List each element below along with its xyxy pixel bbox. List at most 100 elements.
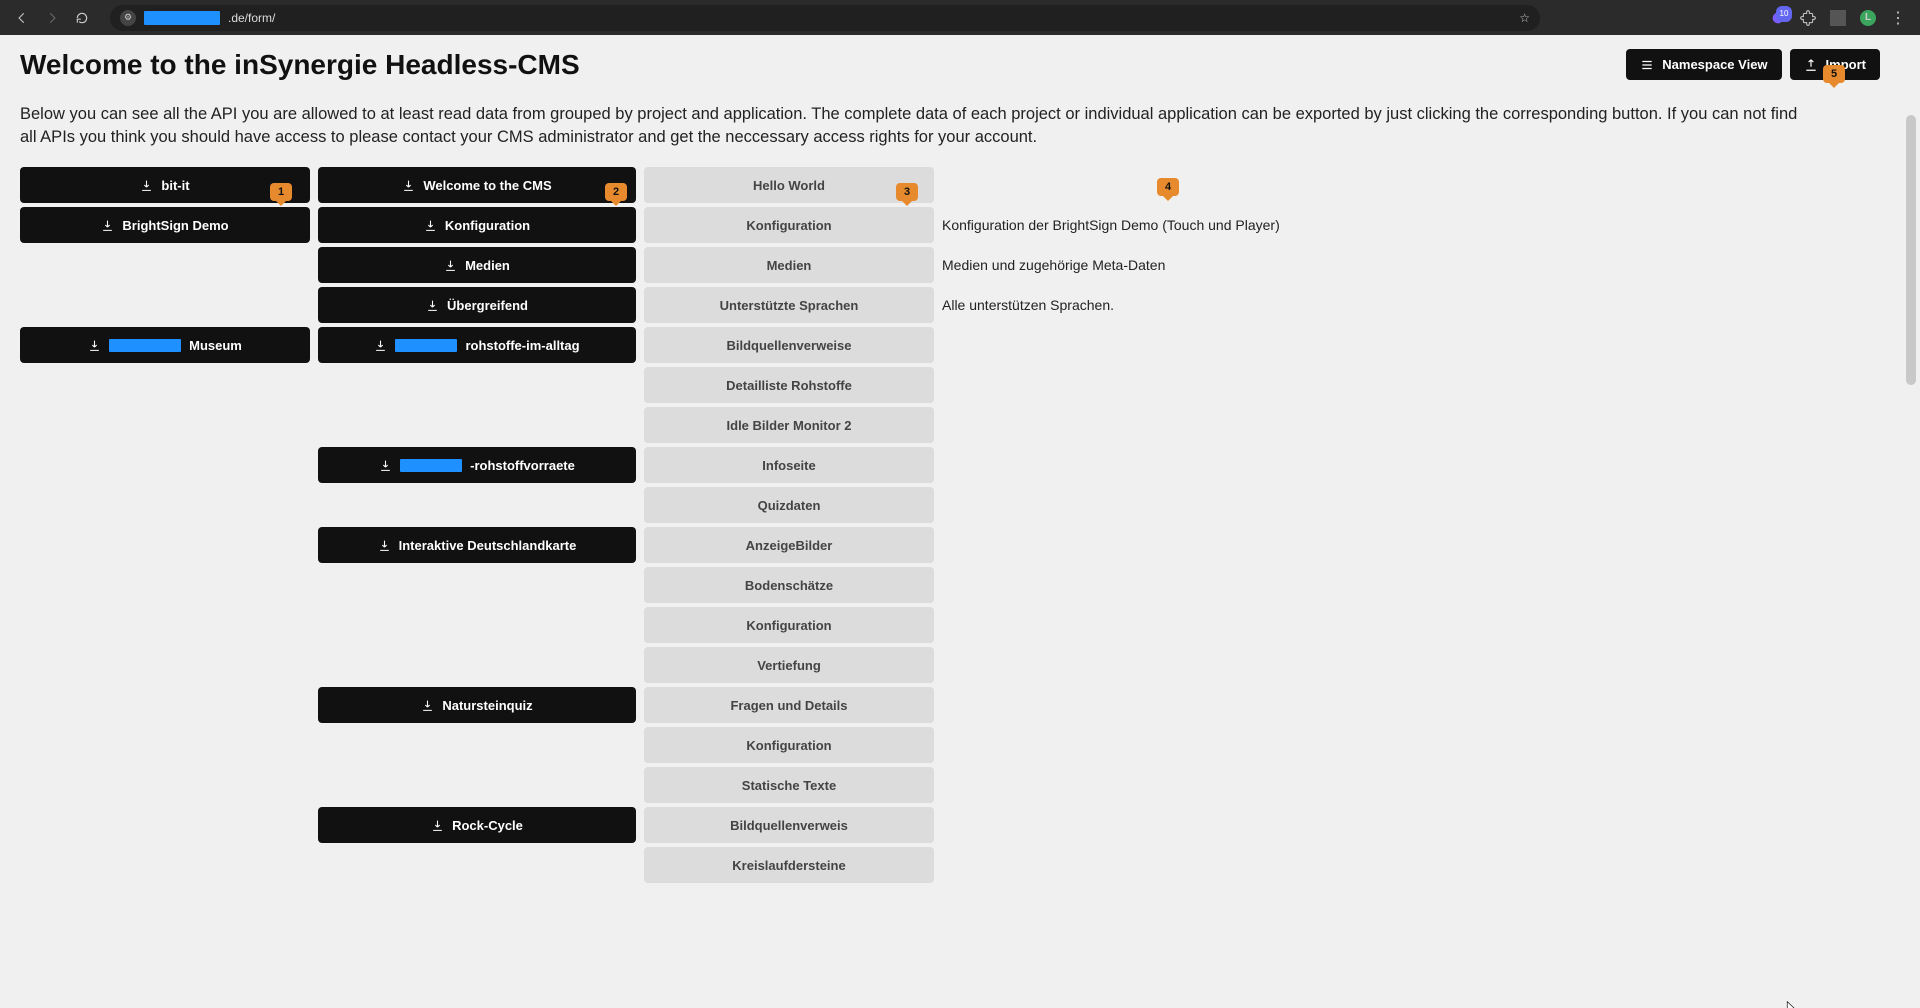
browser-chrome: ⚙ .de/form/ ☆ 10 L ⋮: [0, 0, 1920, 35]
api-label: Idle Bilder Monitor 2: [727, 418, 852, 433]
api-label: Vertiefung: [757, 658, 821, 673]
api-item[interactable]: Infoseite: [644, 447, 934, 483]
download-icon: [378, 539, 391, 552]
project-label: bit-it: [161, 178, 189, 193]
api-item[interactable]: Idle Bilder Monitor 2: [644, 407, 934, 443]
spacer: [318, 567, 636, 603]
download-icon: [424, 219, 437, 232]
api-description: [942, 167, 1880, 203]
download-icon: [374, 339, 387, 352]
app-label: -rohstoffvorraete: [470, 458, 575, 473]
api-item[interactable]: Kreislaufdersteine: [644, 847, 934, 883]
extension-count-badge: 10: [1776, 6, 1792, 22]
api-description: [942, 367, 1880, 403]
spacer: [318, 727, 636, 763]
api-item[interactable]: AnzeigeBilder: [644, 527, 934, 563]
app-uebergreifend[interactable]: Übergreifend: [318, 287, 636, 323]
app-medien[interactable]: Medien: [318, 247, 636, 283]
api-grid: bit-it BrightSign Demo Museum We: [0, 149, 1900, 923]
separator: [1830, 10, 1846, 26]
namespace-view-button[interactable]: Namespace View: [1626, 49, 1781, 80]
page-title: Welcome to the inSynergie Headless-CMS: [20, 49, 580, 81]
app-label: Natursteinquiz: [442, 698, 532, 713]
api-label: Kreislaufdersteine: [732, 858, 845, 873]
apis-column: Hello World Konfiguration Medien Unterstütz…: [644, 167, 934, 883]
api-label: Bildquellenverweis: [730, 818, 848, 833]
header-row: Welcome to the inSynergie Headless-CMS N…: [0, 35, 1900, 81]
api-description: Medien und zugehörige Meta-Daten: [942, 247, 1880, 283]
project-label: BrightSign Demo: [122, 218, 228, 233]
api-item[interactable]: Quizdaten: [644, 487, 934, 523]
api-item[interactable]: Konfiguration: [644, 607, 934, 643]
redacted-text: [395, 339, 457, 352]
url-bar[interactable]: ⚙ .de/form/ ☆: [110, 5, 1540, 31]
app-natursteinquiz[interactable]: Natursteinquiz: [318, 687, 636, 723]
download-icon: [444, 259, 457, 272]
extension-icon[interactable]: 10: [1770, 10, 1786, 26]
applications-column: Welcome to the CMS Konfiguration Medien …: [318, 167, 636, 843]
api-item[interactable]: Detailliste Rohstoffe: [644, 367, 934, 403]
api-description: [942, 447, 1880, 483]
api-item[interactable]: Konfiguration: [644, 207, 934, 243]
api-label: Bildquellenverweise: [727, 338, 852, 353]
app-label: Medien: [465, 258, 510, 273]
projects-column: bit-it BrightSign Demo Museum: [20, 167, 310, 363]
api-item[interactable]: Medien: [644, 247, 934, 283]
spacer: [318, 487, 636, 523]
download-icon: [140, 179, 153, 192]
download-icon: [426, 299, 439, 312]
project-museum[interactable]: Museum: [20, 327, 310, 363]
browser-right-icons: 10 L ⋮: [1770, 10, 1906, 26]
page-root: 1 2 3 4 5 Welcome to the inSynergie Head…: [0, 35, 1920, 1008]
extensions-puzzle-icon[interactable]: [1800, 10, 1816, 26]
app-konfiguration[interactable]: Konfiguration: [318, 207, 636, 243]
nav-icon-group: [14, 10, 90, 26]
api-label: Quizdaten: [758, 498, 821, 513]
app-deutschlandkarte[interactable]: Interaktive Deutschlandkarte: [318, 527, 636, 563]
annotation-1: 1: [270, 183, 292, 201]
api-description: [942, 727, 1880, 763]
namespace-view-label: Namespace View: [1662, 57, 1767, 72]
spacer: [318, 767, 636, 803]
api-item[interactable]: Konfiguration: [644, 727, 934, 763]
redacted-text: [400, 459, 462, 472]
api-item[interactable]: Hello World: [644, 167, 934, 203]
download-icon: [101, 219, 114, 232]
api-label: Konfiguration: [746, 618, 831, 633]
api-item[interactable]: Vertiefung: [644, 647, 934, 683]
api-item[interactable]: Bildquellenverweise: [644, 327, 934, 363]
app-label: Rock-Cycle: [452, 818, 523, 833]
app-label: Welcome to the CMS: [423, 178, 551, 193]
upload-icon: [1804, 58, 1818, 72]
annotation-4: 4: [1157, 178, 1179, 196]
api-description: Alle unterstützen Sprachen.: [942, 287, 1880, 323]
api-label: Detailliste Rohstoffe: [726, 378, 852, 393]
download-icon: [431, 819, 444, 832]
api-label: Konfiguration: [746, 738, 831, 753]
reload-icon[interactable]: [74, 10, 90, 26]
api-description: [942, 687, 1880, 723]
back-icon[interactable]: [14, 10, 30, 26]
api-item[interactable]: Bodenschätze: [644, 567, 934, 603]
site-settings-icon[interactable]: ⚙: [120, 10, 136, 26]
profile-avatar[interactable]: L: [1860, 10, 1876, 26]
app-welcome-cms[interactable]: Welcome to the CMS: [318, 167, 636, 203]
project-bit-it[interactable]: bit-it: [20, 167, 310, 203]
app-rohstoffvorraete[interactable]: -rohstoffvorraete: [318, 447, 636, 483]
kebab-menu-icon[interactable]: ⋮: [1890, 10, 1906, 26]
project-label: Museum: [189, 338, 242, 353]
app-rock-cycle[interactable]: Rock-Cycle: [318, 807, 636, 843]
api-item[interactable]: Statische Texte: [644, 767, 934, 803]
forward-icon[interactable]: [44, 10, 60, 26]
api-label: Hello World: [753, 178, 825, 193]
bookmark-star-icon[interactable]: ☆: [1519, 11, 1530, 25]
redacted-text: [109, 339, 181, 352]
api-item[interactable]: Fragen und Details: [644, 687, 934, 723]
api-item[interactable]: Unterstützte Sprachen: [644, 287, 934, 323]
app-label: Konfiguration: [445, 218, 530, 233]
app-label: Übergreifend: [447, 298, 528, 313]
project-brightsign-demo[interactable]: BrightSign Demo: [20, 207, 310, 243]
api-label: Konfiguration: [746, 218, 831, 233]
api-item[interactable]: Bildquellenverweis: [644, 807, 934, 843]
app-rohstoffe-im-alltag[interactable]: rohstoffe-im-alltag: [318, 327, 636, 363]
